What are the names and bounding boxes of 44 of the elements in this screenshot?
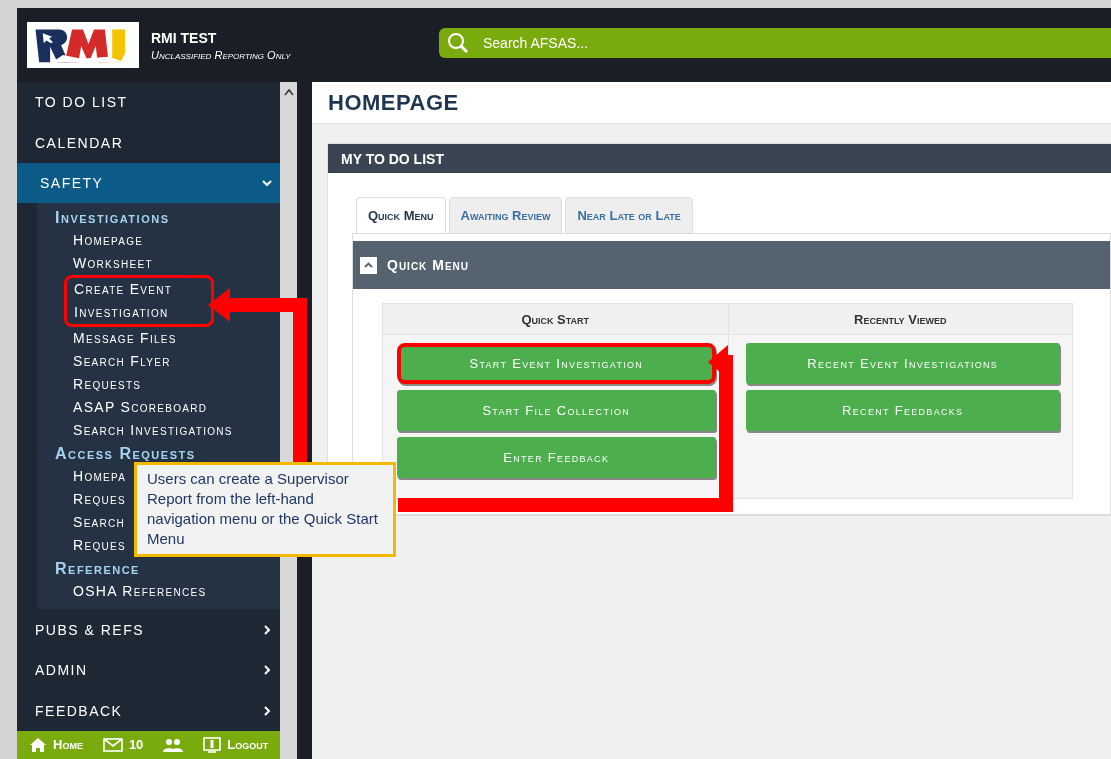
search-icon bbox=[447, 32, 469, 54]
panel-title: MY TO DO LIST bbox=[328, 144, 1111, 173]
nav-item[interactable]: FEEDBACK bbox=[17, 690, 280, 731]
nav-subitem[interactable]: Reques bbox=[73, 534, 126, 558]
caret-icon bbox=[364, 262, 373, 268]
scroll-up-icon[interactable] bbox=[283, 88, 294, 96]
home-icon bbox=[29, 736, 47, 753]
nav-item[interactable]: PUBS & REFS bbox=[17, 609, 280, 650]
column-header: Quick Start bbox=[383, 304, 728, 335]
nav-subitem[interactable]: Search Investigations bbox=[73, 419, 233, 443]
nav-item[interactable]: SAFETY bbox=[17, 162, 280, 204]
annotation-callout: Users can create a Supervisor Report from the left-hand navigation menu or the Quick Start Menu bbox=[134, 462, 396, 557]
nav-section-heading: Investigations bbox=[54, 208, 171, 229]
chevron-right-icon bbox=[262, 705, 272, 716]
app-subtitle: Unclassified Reporting Only bbox=[151, 48, 292, 61]
tab[interactable]: Awaiting Review bbox=[448, 197, 563, 234]
tab[interactable]: Quick Menu bbox=[356, 197, 446, 234]
nav-subitem[interactable]: Homepage bbox=[73, 229, 144, 253]
nav-subitem[interactable]: OSHA References bbox=[73, 580, 207, 604]
nav-item[interactable]: TO DO LIST bbox=[17, 82, 280, 123]
nav-subitem[interactable]: Message Files bbox=[73, 327, 177, 351]
column-header: Recently Viewed bbox=[728, 304, 1072, 335]
nav-section-heading: Reference bbox=[54, 559, 141, 580]
page-title: HOMEPAGE bbox=[328, 89, 459, 116]
nav-subitem[interactable]: Search bbox=[73, 511, 126, 535]
nav-section-heading: Access Requests bbox=[54, 444, 197, 465]
nav-subitem[interactable]: Homepa bbox=[73, 465, 127, 489]
mail-icon bbox=[102, 737, 123, 752]
chevron-right-icon bbox=[262, 624, 272, 635]
app-title: RMI TEST bbox=[151, 29, 218, 46]
nav-subitem[interactable]: Create Event Investigation bbox=[64, 275, 214, 328]
nav-subitem[interactable]: Search Flyer bbox=[73, 350, 171, 374]
nav-subitem[interactable]: ASAP Scoreboard bbox=[73, 396, 208, 420]
nav-item[interactable]: CALENDAR bbox=[17, 122, 280, 163]
nav-subitem[interactable]: Worksheet bbox=[73, 252, 153, 276]
section-title: Quick Menu bbox=[387, 257, 469, 273]
chevron-down-icon bbox=[262, 178, 272, 189]
tab[interactable]: Near Late or Late bbox=[565, 197, 693, 234]
people-icon[interactable] bbox=[163, 737, 184, 752]
nav-item[interactable]: ADMIN bbox=[17, 649, 280, 691]
nav-subitem[interactable]: Requests bbox=[73, 373, 142, 397]
collapse-toggle[interactable] bbox=[360, 256, 377, 274]
chevron-right-icon bbox=[262, 665, 272, 676]
nav-subitem[interactable]: Reques bbox=[73, 488, 126, 512]
